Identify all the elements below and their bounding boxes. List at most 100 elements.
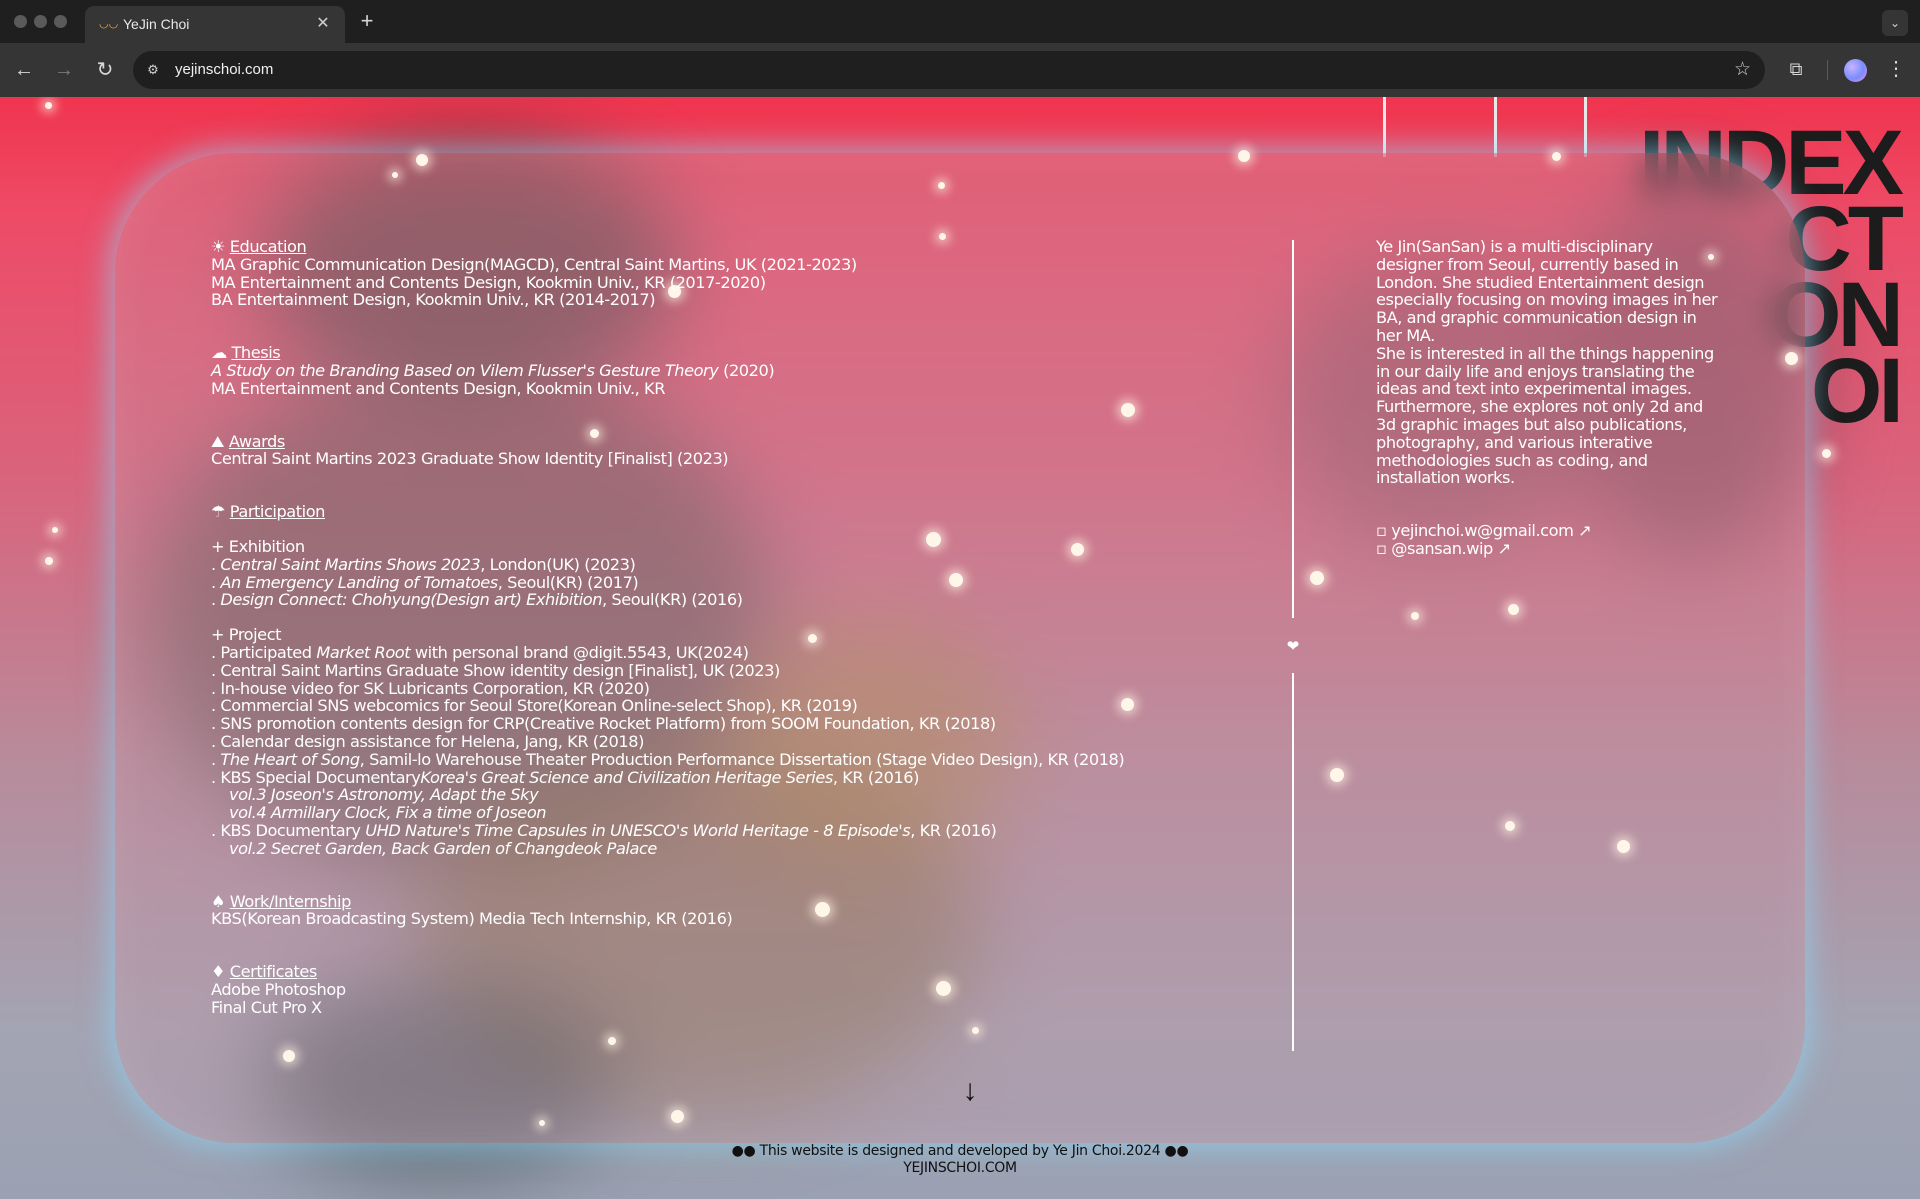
project-text: . KBS Documentary <box>211 820 366 840</box>
project-item: . Central Saint Martins Graduate Show id… <box>211 660 780 680</box>
project-subitem: vol.2 Secret Garden, Back Garden of Chan… <box>211 838 1261 858</box>
reload-button[interactable]: ↻ <box>92 57 118 83</box>
diamond-icon: ♦ <box>211 962 226 982</box>
new-tab-button[interactable]: + <box>355 9 379 33</box>
window-minimize-control[interactable] <box>34 15 47 28</box>
external-link-icon: ↗ <box>1578 521 1592 541</box>
site-info-icon[interactable]: ⚙ <box>143 60 163 80</box>
square-bullet-icon: ▫ <box>1376 521 1387 541</box>
email-address[interactable]: yejinchoi.w@gmail.com <box>1391 521 1574 540</box>
web-page: INDEX CT ON OI ☀ Education MA Graphic Co… <box>0 97 1920 1199</box>
certificates-heading-link[interactable]: Certificates <box>230 962 318 981</box>
bio-paragraph: Ye Jin(SanSan) is a multi-disciplinary d… <box>1376 237 1718 345</box>
about-column: Ye Jin(SanSan) is a multi-disciplinary d… <box>1376 238 1721 558</box>
particle <box>1552 152 1561 161</box>
particle <box>1505 821 1515 831</box>
close-icon[interactable]: ✕ <box>313 14 333 34</box>
award-item: Central Saint Martins 2023 Graduate Show… <box>211 449 729 469</box>
project-subitem: vol.3 Joseon's Astronomy, Adapt the Sky <box>211 786 1261 804</box>
project-volume: vol.2 Secret Garden, Back Garden of Chan… <box>229 838 657 858</box>
square-bullet-icon: ▫ <box>1376 538 1387 558</box>
cloud-icon: ☁ <box>211 343 227 363</box>
project-text: with personal brand @digit.5543, UK(2024… <box>410 642 749 662</box>
project-volume: vol.3 Joseon's Astronomy, Adapt the Sky <box>229 785 539 805</box>
exhibition-detail: , London(UK) (2023) <box>480 554 636 574</box>
project-item: . In-house video for SK Lubricants Corpo… <box>211 678 650 698</box>
window-close-control[interactable] <box>14 15 27 28</box>
particle <box>1238 150 1250 162</box>
particle <box>45 102 52 109</box>
heart-icon: ❤ <box>1286 638 1300 655</box>
browser-tab[interactable]: ◡◡ YeJin Choi ✕ <box>85 6 345 43</box>
project-text: , Samil-lo Warehouse Theater Production … <box>359 749 1125 769</box>
external-link-icon: ↗ <box>1497 538 1512 558</box>
toolbar-divider <box>1827 60 1828 80</box>
participation-heading-link[interactable]: Participation <box>230 502 326 521</box>
instagram-handle[interactable]: @sansan.wip <box>1391 539 1493 558</box>
certificate-item: Final Cut Pro X <box>211 997 322 1017</box>
window-zoom-control[interactable] <box>54 15 67 28</box>
thesis-item: A Study on the Branding Based on Vilem F… <box>211 362 1261 380</box>
project-subitem: vol.4 Armillary Clock, Fix a time of Jos… <box>211 804 1261 822</box>
url-text[interactable]: yejinschoi.com <box>175 61 273 78</box>
awards-heading-link[interactable]: Awards <box>229 432 285 451</box>
project-item: . KBS Special DocumentaryKorea's Great S… <box>211 768 1261 787</box>
tab-search-button[interactable]: ⌄ <box>1882 10 1908 36</box>
email-link[interactable]: ▫ yejinchoi.w@gmail.com ↗ <box>1376 522 1721 540</box>
project-title: UHD Nature's Time Capsules in UNESCO's W… <box>365 820 911 840</box>
work-section: ♠ Work/Internship KBS(Korean Broadcastin… <box>211 892 1261 929</box>
exhibition-title: An Emergency Landing of Tomatoes <box>220 572 498 592</box>
certificates-section: ♦ Certificates Adobe Photoshop Final Cut… <box>211 963 1261 1016</box>
exhibition-detail: , Seoul(KR) (2016) <box>602 590 743 610</box>
work-heading-link[interactable]: Work/Internship <box>230 892 352 911</box>
column-divider <box>1292 673 1294 1051</box>
exhibition-title: Design Connect: Chohyung(Design art) Exh… <box>220 590 602 610</box>
education-heading-link[interactable]: Education <box>230 237 307 256</box>
particle <box>52 527 58 533</box>
thesis-title: A Study on the Branding Based on Vilem F… <box>211 360 719 380</box>
thesis-program: MA Entertainment and Contents Design, Ko… <box>211 378 666 398</box>
exhibition-item: . An Emergency Landing of Tomatoes, Seou… <box>211 572 1261 592</box>
tab-title: YeJin Choi <box>123 16 190 32</box>
dots-decoration: ●● <box>731 1143 756 1159</box>
project-item: . KBS Documentary UHD Nature's Time Caps… <box>211 822 1261 840</box>
footer-credit-text: This website is designed and developed b… <box>759 1143 1161 1159</box>
particle <box>392 172 398 178</box>
particle <box>1617 840 1630 853</box>
project-volume: vol.4 Armillary Clock, Fix a time of Jos… <box>229 803 547 823</box>
instagram-link[interactable]: ▫ @sansan.wip ↗ <box>1376 540 1721 558</box>
footer-site-name: YEJINSCHOI.COM <box>903 1160 1017 1176</box>
backdrop-pole <box>1383 97 1386 157</box>
back-button[interactable]: ← <box>11 57 37 83</box>
backdrop-pole <box>1494 97 1497 157</box>
particle <box>1785 352 1798 365</box>
extensions-icon[interactable]: ⧉ <box>1783 56 1809 82</box>
particle <box>938 182 945 189</box>
project-item: . The Heart of Song, Samil-lo Warehouse … <box>211 749 1261 769</box>
thesis-heading-link[interactable]: Thesis <box>231 343 280 362</box>
column-divider <box>1292 240 1294 618</box>
particle <box>671 1110 684 1123</box>
cv-column: ☀ Education MA Graphic Communication Des… <box>211 238 1261 1052</box>
address-bar[interactable]: ⚙ yejinschoi.com ☆ <box>133 51 1765 89</box>
particle <box>1330 768 1344 782</box>
work-item: KBS(Korean Broadcasting System) Media Te… <box>211 909 733 929</box>
particle <box>45 557 53 565</box>
project-item: . Participated Market Root with personal… <box>211 644 1261 662</box>
participation-section: ☂ Participation + Exhibition . Central S… <box>211 503 1261 857</box>
bookmark-star-icon[interactable]: ☆ <box>1734 58 1751 81</box>
forward-button[interactable]: → <box>51 57 77 83</box>
contact-list: ▫ yejinchoi.w@gmail.com ↗ ▫ @sansan.wip … <box>1376 522 1721 558</box>
profile-avatar[interactable] <box>1844 59 1867 82</box>
particle <box>1822 449 1831 458</box>
project-text: . <box>211 749 221 769</box>
sun-icon: ☀ <box>211 237 226 256</box>
project-item: . SNS promotion contents design for CRP(… <box>211 714 996 734</box>
project-text: . Participated <box>211 642 317 662</box>
scroll-down-arrow-icon[interactable]: ↓ <box>958 1074 982 1108</box>
thesis-year: (2020) <box>718 360 775 380</box>
menu-kebab-icon[interactable]: ⋮ <box>1883 56 1909 82</box>
awards-section: ⛰ Awards Central Saint Martins 2023 Grad… <box>211 432 1261 469</box>
list-bullet: . <box>211 554 221 574</box>
project-heading: + Project <box>211 625 282 645</box>
